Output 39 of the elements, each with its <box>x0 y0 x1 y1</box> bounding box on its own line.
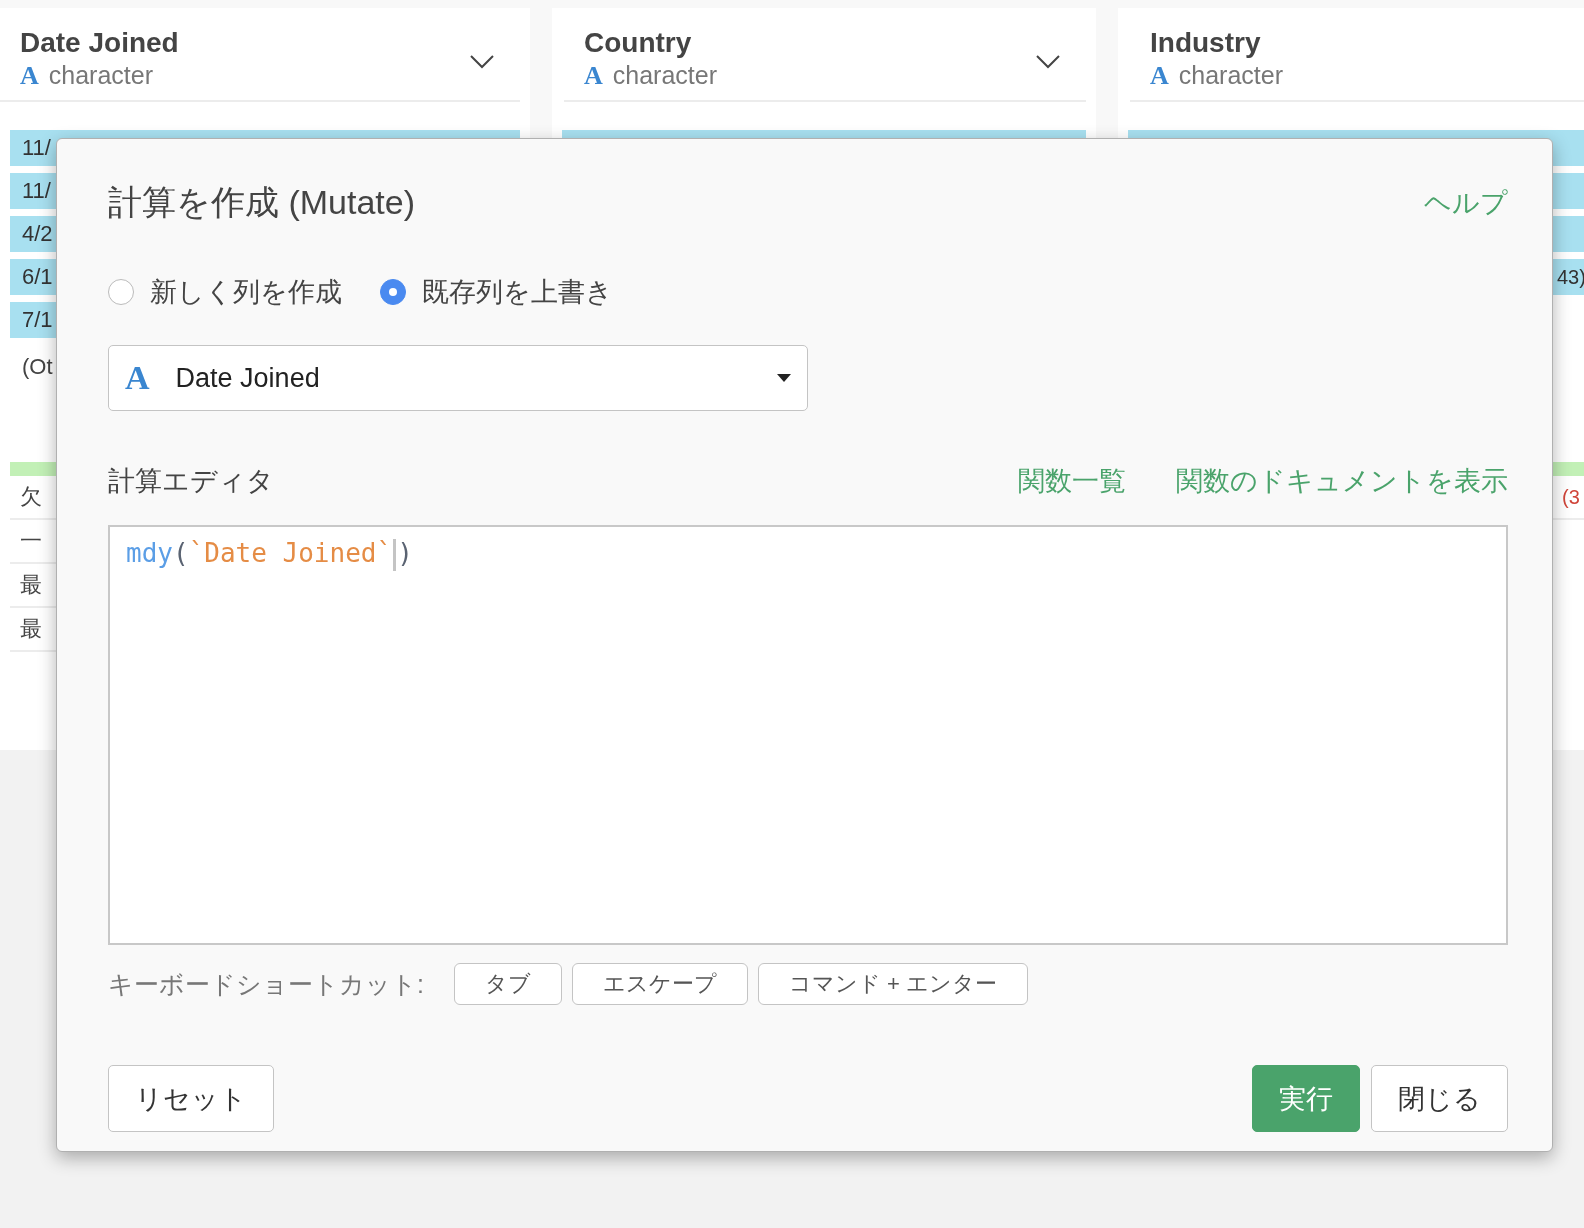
bar-label: 43) <box>1557 265 1584 289</box>
column-type: character <box>1178 61 1283 90</box>
type-icon: A <box>584 61 603 91</box>
stat-label: 最 <box>20 615 42 643</box>
shortcut-key: エスケープ <box>571 963 748 1005</box>
stat-label: 最 <box>20 571 42 599</box>
column-type: character <box>48 61 153 90</box>
column-name: Date Joined <box>20 27 179 59</box>
stat-label: 一 <box>20 527 42 555</box>
close-button[interactable]: 閉じる <box>1371 1065 1508 1132</box>
shortcut-key: コマンド + エンター <box>757 963 1029 1005</box>
caret-icon <box>777 374 791 382</box>
stat-label: 欠 <box>20 483 42 511</box>
type-icon: A <box>1150 61 1169 91</box>
bar-label: 11/ <box>22 135 51 161</box>
column-name: Industry <box>1150 27 1262 59</box>
type-icon: A <box>20 61 39 91</box>
radio-label[interactable]: 既存列を上書き <box>422 274 613 310</box>
code-line: mdy(`Date Joined` ) <box>126 535 413 571</box>
radio-label[interactable]: 新しく列を作成 <box>150 274 342 310</box>
shortcut-key: タブ <box>453 963 562 1005</box>
bar-label: 6/1 <box>22 264 53 290</box>
chevron-icon[interactable] <box>470 55 494 69</box>
column-dropdown[interactable]: A Date Joined <box>108 345 808 411</box>
bar-label: 4/2 <box>22 221 53 247</box>
radio-button[interactable] <box>108 279 134 305</box>
other-label: (Ot <box>22 354 53 380</box>
stat-label: (3 <box>1562 485 1580 509</box>
column-type: character <box>612 61 717 90</box>
chevron-icon[interactable] <box>1036 55 1060 69</box>
code-editor[interactable]: mdy(`Date Joined` ) <box>108 525 1508 945</box>
editor-label: 計算エディタ <box>108 465 274 498</box>
shortcut-label: キーボードショートカット: <box>108 968 424 1000</box>
reset-button[interactable]: リセット <box>108 1065 274 1132</box>
dialog-title: 計算を作成 (Mutate) <box>108 182 416 223</box>
bar-label: 7/1 <box>22 307 53 333</box>
radio-button[interactable] <box>380 279 406 305</box>
bar-label: 11/ <box>22 178 51 204</box>
column-name: Country <box>584 27 693 59</box>
